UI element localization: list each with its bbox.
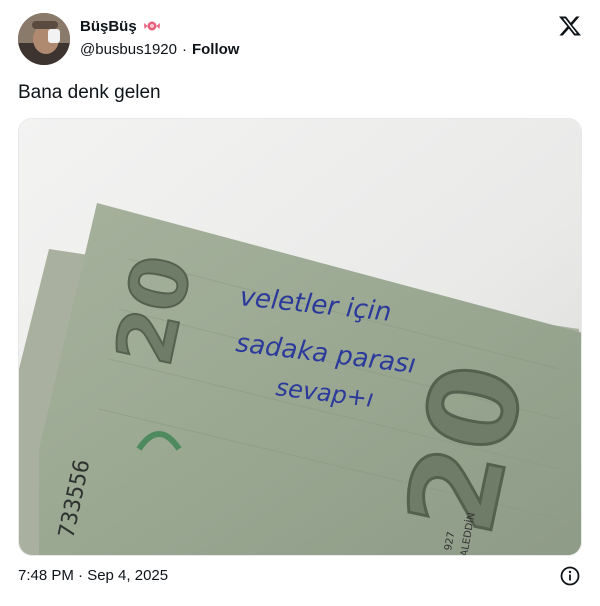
tweet-photo[interactable]: 20 20 733556 ALEDDİN 927 veletler için s — [18, 118, 582, 556]
follow-button[interactable]: Follow — [192, 41, 240, 58]
candy-icon — [143, 17, 161, 35]
display-name[interactable]: BüşBüş — [80, 18, 137, 35]
handle-row: @busbus1920 · Follow — [80, 41, 239, 58]
tweet-card: BüşBüş @busbus1920 · Follow Bana denk gele… — [0, 0, 600, 606]
separator: · — [181, 41, 187, 58]
info-icon[interactable] — [560, 566, 580, 586]
tweet-timestamp[interactable]: 7:48 PM · Sep 4, 2025 — [18, 567, 168, 584]
x-logo-icon[interactable] — [558, 14, 582, 38]
avatar[interactable] — [18, 13, 70, 65]
name-row: BüşBüş — [80, 17, 161, 35]
user-handle[interactable]: @busbus1920 — [80, 41, 177, 58]
tweet-text: Bana denk gelen — [18, 82, 161, 103]
